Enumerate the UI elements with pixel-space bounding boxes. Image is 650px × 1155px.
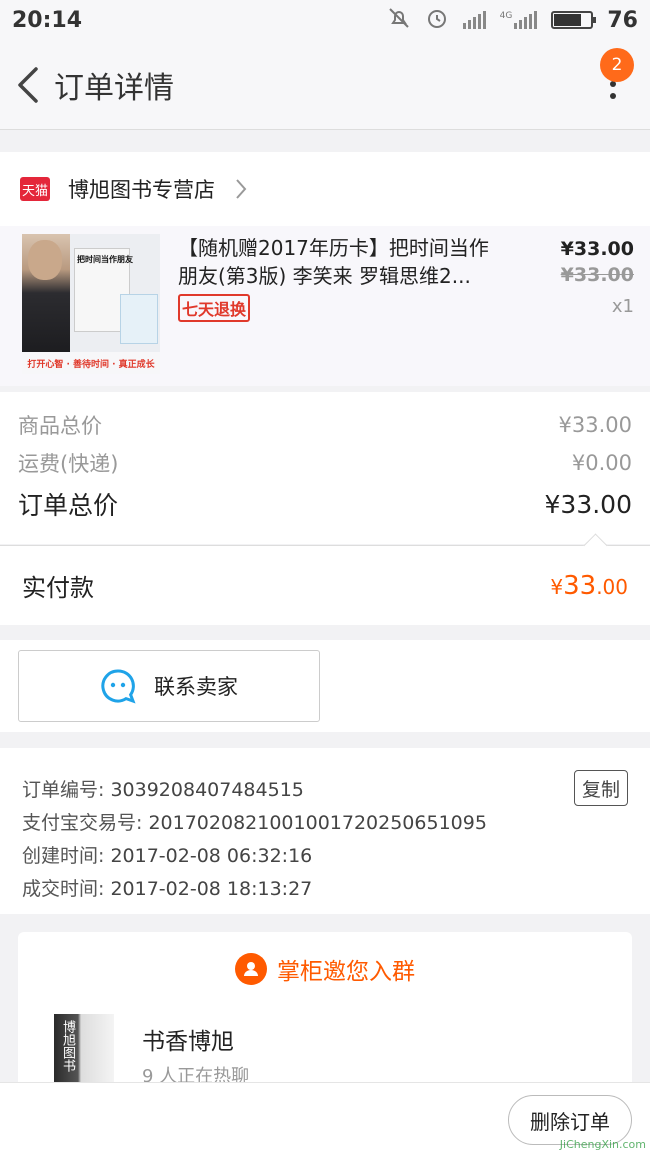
group-thumbnail-text: 博旭图书 [60,1020,75,1072]
status-icons: 4G 76 [387,6,638,34]
order-number-label: 订单编号: [22,779,105,801]
created-time: 2017-02-08 06:32:16 [110,845,313,867]
closed-time-line: 成交时间: 2017-02-08 18:13:27 [22,873,628,906]
chevron-right-icon [236,179,247,199]
product-price: ¥33.00 [560,238,634,260]
cover-book-title: 把时间当作朋友 [77,255,133,264]
store-row[interactable]: 天猫 博旭图书专营店 [0,152,650,226]
shipping-value: ¥0.00 [571,451,632,475]
group-invite-text: 掌柜邀您入群 [277,959,415,985]
order-number: 3039208407484515 [110,779,304,801]
signal-icon [462,11,486,29]
paid-label: 实付款 [22,574,94,602]
order-total-row: 订单总价 ¥33.00 [18,482,632,526]
group-invite-header: 掌柜邀您入群 [18,952,632,986]
bottom-action-bar: 删除订单 JiChengXin.com [0,1082,650,1155]
product-item[interactable]: 把时间当作朋友 打开心智 · 善待时间 · 真正成长 【随机赠2017年历卡】把… [0,226,650,386]
product-cover-image: 把时间当作朋友 打开心智 · 善待时间 · 真正成长 [22,234,160,374]
product-quantity: x1 [611,296,634,317]
signal-4g-icon: 4G [500,11,538,29]
order-totals: 商品总价 ¥33.00 运费(快递) ¥0.00 订单总价 ¥33.00 [0,392,650,544]
network-label: 4G [499,11,513,21]
order-total-label: 订单总价 [18,491,119,520]
group-thumbnail: 博旭图书 [54,1014,114,1092]
shipping-row: 运费(快递) ¥0.00 [18,444,632,482]
alipay-number-line: 支付宝交易号: 2017020821001001720250651095 [22,807,628,840]
battery-level: 76 [607,7,638,33]
chevron-left-icon [18,66,38,103]
contact-seller-label: 联系卖家 [154,675,238,699]
watermark: JiChengXin.com [559,1138,646,1151]
cover-portrait-head [28,240,62,280]
alipay-number: 2017020821001001720250651095 [148,812,487,834]
product-info: 【随机赠2017年历卡】把时间当作朋友(第3版) 李笑来 罗辑思维2... 七天… [178,234,544,386]
closed-time-label: 成交时间: [22,878,105,900]
back-button[interactable] [6,55,50,115]
closed-time: 2017-02-08 18:13:27 [110,878,313,900]
created-time-line: 创建时间: 2017-02-08 06:32:16 [22,840,628,873]
paid-amount: ¥33.00 [550,571,628,601]
group-icon [235,953,267,985]
product-price-block: ¥33.00 ¥33.00 x1 [544,234,634,386]
tmall-badge: 天猫 [20,177,50,201]
copy-button[interactable]: 复制 [574,770,628,806]
shipping-label: 运费(快递) [18,452,119,476]
page-title: 订单详情 [54,70,174,106]
paid-currency: ¥ [550,574,564,599]
battery-icon [551,11,597,29]
cover-calendar [120,294,158,344]
store-name: 博旭图书专营店 [68,178,215,202]
order-info: 订单编号: 3039208407484515 支付宝交易号: 201702082… [0,748,650,914]
paid-decimal: .00 [596,574,628,599]
notification-badge: 2 [600,48,634,82]
chat-bubble-icon [101,669,136,704]
group-name: 书香博旭 [142,1029,234,1055]
order-total-value: ¥33.00 [544,489,632,519]
goods-total-row: 商品总价 ¥33.00 [18,406,632,444]
paid-amount-row: 实付款 ¥33.00 [0,545,650,625]
alarm-icon [425,6,449,34]
order-number-line: 订单编号: 3039208407484515 [22,774,628,807]
return-policy-tag: 七天退换 [178,294,251,322]
goods-total-label: 商品总价 [18,414,102,438]
contact-seller-button[interactable]: 联系卖家 [18,650,320,722]
status-time: 20:14 [12,7,83,33]
goods-total-value: ¥33.00 [558,413,632,437]
group-invite-card[interactable]: 掌柜邀您入群 博旭图书 书香博旭 9 人正在热聊 [18,932,632,1092]
mute-icon [387,6,411,34]
alipay-number-label: 支付宝交易号: [22,812,143,834]
status-bar: 20:14 4G 76 [0,0,650,40]
product-title: 【随机赠2017年历卡】把时间当作朋友(第3版) 李笑来 罗辑思维2... [178,236,489,288]
contact-section: 联系卖家 [0,640,650,732]
app-header: 订单详情 2 [0,40,650,130]
cover-caption: 打开心智 · 善待时间 · 真正成长 [22,352,160,374]
dot-icon [610,93,616,99]
product-original-price: ¥33.00 [560,264,634,286]
paid-integer: 33 [563,570,597,601]
created-time-label: 创建时间: [22,845,105,867]
